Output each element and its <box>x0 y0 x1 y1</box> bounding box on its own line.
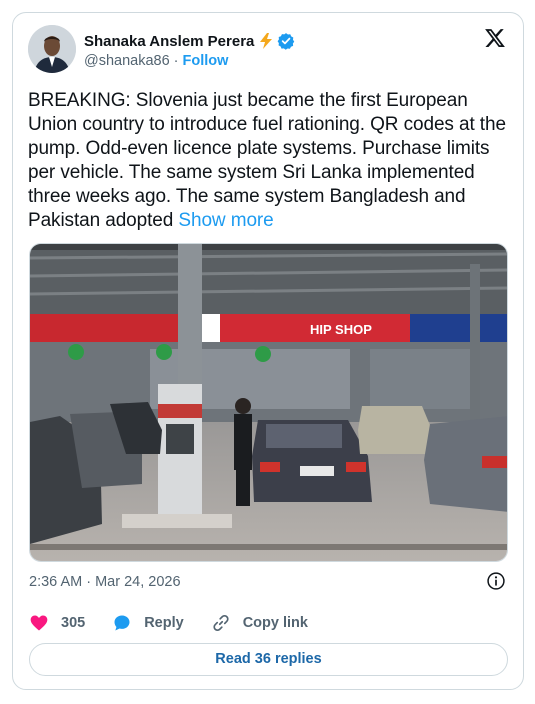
reply-button[interactable]: Reply <box>112 613 184 633</box>
tweet-actions: 305 Reply Copy link <box>29 613 335 633</box>
author-handle-row: @shanaka86 · Follow <box>84 53 228 69</box>
likes-count: 305 <box>61 615 86 631</box>
tweet-text: BREAKING: Slovenia just became the first… <box>28 89 516 233</box>
author-handle[interactable]: @shanaka86 <box>84 53 170 69</box>
copy-link-button[interactable]: Copy link <box>211 613 308 633</box>
like-button[interactable]: 305 <box>29 613 85 633</box>
follow-button[interactable]: Follow <box>183 53 229 69</box>
avatar[interactable] <box>28 25 76 73</box>
heart-icon <box>30 615 48 631</box>
separator-dot: · <box>173 53 179 69</box>
tweet-card: Shanaka Anslem Perera @shanaka86 · Follo… <box>12 12 524 690</box>
lightning-bolt-icon <box>258 32 274 50</box>
copy-link-label: Copy link <box>242 615 308 631</box>
photo-sign-text: HIP SHOP <box>310 322 372 337</box>
author-display-name[interactable]: Shanaka Anslem Perera <box>84 33 254 50</box>
show-more-link[interactable]: Show more <box>178 210 273 231</box>
x-logo-icon[interactable] <box>484 27 506 49</box>
author-name-row: Shanaka Anslem Perera <box>84 31 295 51</box>
read-replies-button[interactable]: Read 36 replies <box>29 643 508 676</box>
reply-bubble-icon <box>114 615 130 631</box>
info-icon[interactable] <box>486 571 506 591</box>
verified-badge-icon <box>277 32 295 50</box>
tweet-timestamp[interactable]: 2:36 AM · Mar 24, 2026 <box>29 574 181 590</box>
reply-label: Reply <box>144 615 184 631</box>
tweet-photo[interactable]: HIP SHOP <box>29 243 508 562</box>
link-icon <box>213 614 229 632</box>
